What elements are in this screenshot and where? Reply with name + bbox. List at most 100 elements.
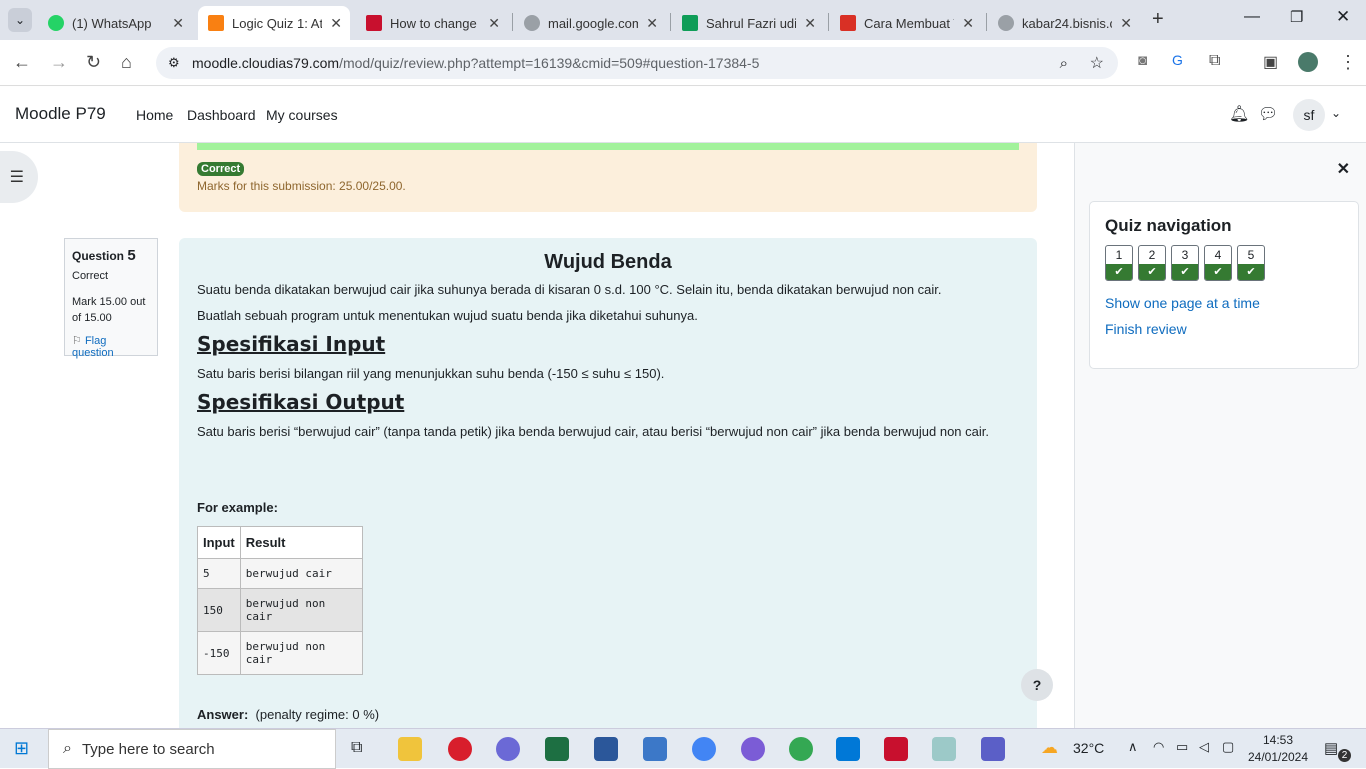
extensions-icon[interactable]: ⧉ bbox=[1209, 52, 1220, 70]
tab-cara-membuat[interactable]: Cara Membuat T ✕ bbox=[830, 6, 982, 40]
search-icon: ⌕ bbox=[63, 740, 72, 757]
profile-avatar[interactable] bbox=[1298, 52, 1318, 72]
column-header: Input bbox=[197, 526, 241, 559]
close-drawer-icon[interactable]: ✕ bbox=[1337, 159, 1350, 179]
tab-kabar24[interactable]: kabar24.bisnis.co ✕ bbox=[988, 6, 1140, 40]
table-cell: berwujud non cair bbox=[239, 631, 363, 675]
output-spec-text: Satu baris berisi “berwujud cair” (tanpa… bbox=[197, 424, 989, 439]
close-icon[interactable]: ✕ bbox=[488, 15, 500, 32]
close-icon[interactable]: ✕ bbox=[804, 15, 816, 32]
display-icon[interactable]: ▢ bbox=[1222, 739, 1234, 755]
table-cell: -150 bbox=[197, 631, 241, 675]
table-cell: berwujud non cair bbox=[239, 588, 363, 632]
url-field[interactable]: ⚙ moodle.cloudias79.com/mod/quiz/review.… bbox=[156, 47, 1118, 79]
quiz-nav-question-5[interactable]: 5 ✔ bbox=[1237, 245, 1265, 281]
side-panel-icon[interactable]: ▣ bbox=[1263, 52, 1278, 72]
discord-icon[interactable] bbox=[741, 737, 765, 761]
new-tab-icon[interactable]: + bbox=[1152, 8, 1164, 31]
globe-icon bbox=[998, 15, 1014, 31]
minimize-icon[interactable]: — bbox=[1244, 8, 1260, 26]
close-icon[interactable]: ✕ bbox=[1120, 15, 1132, 32]
translate-icon[interactable]: G bbox=[1172, 52, 1183, 68]
forward-arrow-icon[interactable]: → bbox=[50, 52, 68, 73]
flag-icon: ⚐ bbox=[72, 335, 82, 347]
file-explorer-icon[interactable] bbox=[398, 737, 422, 761]
chrome-icon[interactable] bbox=[692, 737, 716, 761]
quiz-nav-question-3[interactable]: 3 ✔ bbox=[1171, 245, 1199, 281]
question-card: Wujud Benda Suatu benda dikatakan berwuj… bbox=[179, 238, 1037, 728]
nav-dashboard[interactable]: Dashboard bbox=[187, 107, 256, 123]
menu-kebab-icon[interactable]: ⋮ bbox=[1339, 52, 1357, 73]
close-icon[interactable]: ✕ bbox=[172, 15, 184, 32]
example-table: Input Result 5 berwujud cair 150 berwuju… bbox=[197, 526, 363, 675]
user-avatar[interactable]: sf bbox=[1293, 99, 1325, 131]
mcafee-icon[interactable] bbox=[884, 737, 908, 761]
opera-icon[interactable] bbox=[448, 737, 472, 761]
close-icon[interactable]: ✕ bbox=[962, 15, 974, 32]
clock-time[interactable]: 14:53 bbox=[1250, 733, 1306, 747]
teams-icon[interactable] bbox=[981, 737, 1005, 761]
quiz-nav-question-1[interactable]: 1 ✔ bbox=[1105, 245, 1133, 281]
vscode-icon[interactable] bbox=[836, 737, 860, 761]
quiz-navigation-block: Quiz navigation 1 ✔ 2 ✔ 3 ✔ 4 ✔ 5 ✔ Show one page… bbox=[1089, 201, 1359, 369]
help-button[interactable]: ? bbox=[1021, 669, 1053, 701]
battery-icon[interactable]: ▭ bbox=[1176, 739, 1188, 755]
dictionary-icon[interactable] bbox=[643, 737, 667, 761]
table-cell: 5 bbox=[197, 558, 241, 589]
word-icon[interactable] bbox=[594, 737, 618, 761]
task-view-icon[interactable]: ⧉ bbox=[351, 739, 362, 757]
volume-icon[interactable]: ◁ bbox=[1199, 739, 1209, 755]
clock-date[interactable]: 24/01/2024 bbox=[1244, 750, 1312, 764]
notification-icon[interactable]: ▤ bbox=[1324, 739, 1338, 757]
home-icon[interactable]: ⌂ bbox=[121, 52, 132, 73]
table-cell: berwujud cair bbox=[239, 558, 363, 589]
show-one-page-link[interactable]: Show one page at a time bbox=[1105, 295, 1343, 311]
notepad-icon[interactable] bbox=[932, 737, 956, 761]
copilot-icon[interactable] bbox=[496, 737, 520, 761]
bookmark-star-icon[interactable]: ☆ bbox=[1090, 53, 1104, 73]
tab-pcworld[interactable]: How to change y ✕ bbox=[356, 6, 508, 40]
weather-temp[interactable]: 32°C bbox=[1073, 740, 1104, 756]
tab-whatsapp[interactable]: (1) WhatsApp ✕ bbox=[38, 6, 192, 40]
chat-icon[interactable]: 💬︎ bbox=[1258, 104, 1278, 124]
table-row: 5 berwujud cair bbox=[197, 558, 363, 589]
restore-icon[interactable]: ❐ bbox=[1290, 8, 1303, 26]
windows-start-icon[interactable]: ⊞ bbox=[14, 738, 29, 759]
question-paragraph-2: Buatlah sebuah program untuk menentukan … bbox=[197, 308, 698, 323]
input-spec-text: Satu baris berisi bilangan riil yang men… bbox=[197, 366, 665, 381]
submission-marks: Marks for this submission: 25.00/25.00. bbox=[197, 179, 406, 193]
chevron-up-icon[interactable]: ∧ bbox=[1128, 739, 1138, 755]
close-icon[interactable]: ✕ bbox=[330, 15, 342, 32]
penalty-note: (penalty regime: 0 %) bbox=[255, 707, 380, 722]
site-info-icon[interactable]: ⚙ bbox=[168, 55, 180, 71]
flag-question-link[interactable]: ⚐ Flag question bbox=[72, 334, 150, 359]
chrome-profile-icon[interactable] bbox=[789, 737, 813, 761]
tab-gmail[interactable]: mail.google.com ✕ bbox=[514, 6, 666, 40]
taskbar-search-box[interactable]: ⌕ Type here to search bbox=[48, 729, 336, 769]
back-arrow-icon[interactable]: ← bbox=[13, 52, 31, 73]
column-header: Result bbox=[239, 526, 363, 559]
bell-icon[interactable]: 🔔︎ bbox=[1229, 104, 1249, 124]
tab-search-icon[interactable]: ⌄ bbox=[8, 8, 32, 32]
chevron-down-icon[interactable]: ⌄ bbox=[1331, 106, 1341, 120]
excel-icon[interactable] bbox=[545, 737, 569, 761]
nav-my-courses[interactable]: My courses bbox=[266, 107, 338, 123]
tab-sheets[interactable]: Sahrul Fazri udin ✕ bbox=[672, 6, 824, 40]
question-title: Wujud Benda bbox=[544, 251, 672, 273]
question-mark: Mark 15.00 out of 15.00 bbox=[72, 296, 146, 324]
site-brand[interactable]: Moodle P79 bbox=[15, 104, 106, 124]
quiz-nav-question-2[interactable]: 2 ✔ bbox=[1138, 245, 1166, 281]
tab-divider bbox=[986, 13, 987, 31]
zoom-icon[interactable]: ⌕ bbox=[1060, 55, 1068, 72]
wifi-icon[interactable]: ◠ bbox=[1153, 739, 1164, 755]
course-index-toggle[interactable]: ☰ bbox=[0, 151, 38, 203]
reload-icon[interactable]: ↻ bbox=[86, 52, 101, 73]
quiz-nav-question-4[interactable]: 4 ✔ bbox=[1204, 245, 1232, 281]
close-icon[interactable]: ✕ bbox=[646, 15, 658, 32]
window-close-icon[interactable]: ✕ bbox=[1336, 7, 1350, 27]
nav-home[interactable]: Home bbox=[136, 107, 173, 123]
magnet-icon bbox=[840, 15, 856, 31]
tab-logic-quiz[interactable]: Logic Quiz 1: Att ✕ bbox=[198, 6, 350, 40]
finish-review-link[interactable]: Finish review bbox=[1105, 321, 1343, 337]
camera-icon[interactable]: ◙ bbox=[1138, 52, 1147, 69]
